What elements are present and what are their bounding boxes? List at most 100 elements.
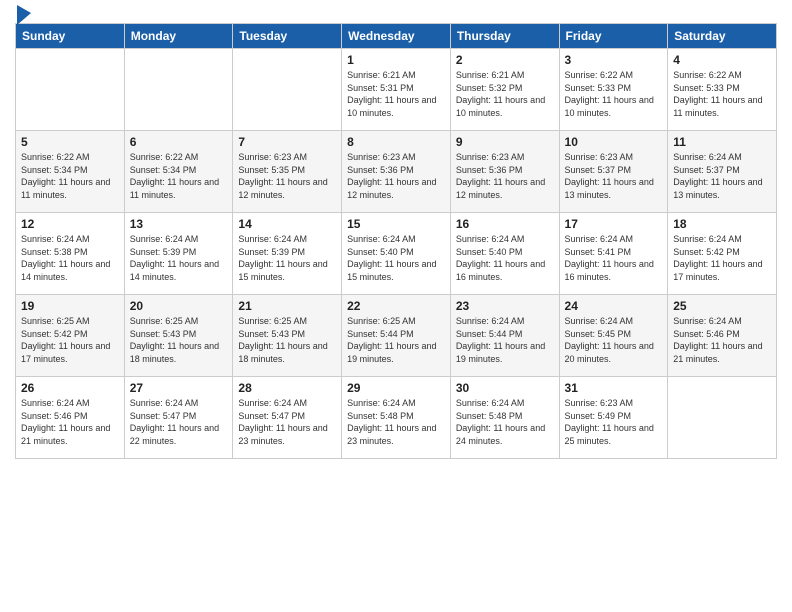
day-info: Sunrise: 6:22 AM Sunset: 5:33 PM Dayligh… <box>565 69 663 119</box>
day-number: 9 <box>456 135 554 149</box>
day-info: Sunrise: 6:24 AM Sunset: 5:44 PM Dayligh… <box>456 315 554 365</box>
calendar-body: 1 Sunrise: 6:21 AM Sunset: 5:31 PM Daylig… <box>16 49 777 459</box>
day-number: 16 <box>456 217 554 231</box>
calendar-week-row: 26 Sunrise: 6:24 AM Sunset: 5:46 PM Dayli… <box>16 377 777 459</box>
calendar-day-cell: 21 Sunrise: 6:25 AM Sunset: 5:43 PM Dayli… <box>233 295 342 377</box>
day-info: Sunrise: 6:24 AM Sunset: 5:47 PM Dayligh… <box>130 397 228 447</box>
weekday-header: Thursday <box>450 24 559 49</box>
calendar-day-cell: 10 Sunrise: 6:23 AM Sunset: 5:37 PM Dayli… <box>559 131 668 213</box>
day-number: 28 <box>238 381 336 395</box>
day-number: 7 <box>238 135 336 149</box>
day-info: Sunrise: 6:25 AM Sunset: 5:44 PM Dayligh… <box>347 315 445 365</box>
day-info: Sunrise: 6:24 AM Sunset: 5:40 PM Dayligh… <box>456 233 554 283</box>
calendar-table: SundayMondayTuesdayWednesdayThursdayFrid… <box>15 23 777 459</box>
day-info: Sunrise: 6:23 AM Sunset: 5:36 PM Dayligh… <box>347 151 445 201</box>
calendar-day-cell: 1 Sunrise: 6:21 AM Sunset: 5:31 PM Daylig… <box>342 49 451 131</box>
calendar-week-row: 5Sunrise: 6:22 AM Sunset: 5:34 PM Daylig… <box>16 131 777 213</box>
calendar-day-cell: 31Sunrise: 6:23 AM Sunset: 5:49 PM Dayli… <box>559 377 668 459</box>
day-number: 23 <box>456 299 554 313</box>
day-number: 13 <box>130 217 228 231</box>
day-info: Sunrise: 6:24 AM Sunset: 5:41 PM Dayligh… <box>565 233 663 283</box>
calendar-day-cell: 22 Sunrise: 6:25 AM Sunset: 5:44 PM Dayli… <box>342 295 451 377</box>
calendar-header-row: SundayMondayTuesdayWednesdayThursdayFrid… <box>16 24 777 49</box>
day-info: Sunrise: 6:25 AM Sunset: 5:43 PM Dayligh… <box>130 315 228 365</box>
day-number: 25 <box>673 299 771 313</box>
calendar-week-row: 1 Sunrise: 6:21 AM Sunset: 5:31 PM Daylig… <box>16 49 777 131</box>
day-info: Sunrise: 6:24 AM Sunset: 5:45 PM Dayligh… <box>565 315 663 365</box>
day-info: Sunrise: 6:23 AM Sunset: 5:37 PM Dayligh… <box>565 151 663 201</box>
day-info: Sunrise: 6:24 AM Sunset: 5:47 PM Dayligh… <box>238 397 336 447</box>
day-number: 17 <box>565 217 663 231</box>
day-number: 6 <box>130 135 228 149</box>
calendar-day-cell: 23 Sunrise: 6:24 AM Sunset: 5:44 PM Dayli… <box>450 295 559 377</box>
day-info: Sunrise: 6:24 AM Sunset: 5:38 PM Dayligh… <box>21 233 119 283</box>
day-info: Sunrise: 6:24 AM Sunset: 5:46 PM Dayligh… <box>673 315 771 365</box>
calendar-day-cell: 15 Sunrise: 6:24 AM Sunset: 5:40 PM Dayli… <box>342 213 451 295</box>
weekday-header: Sunday <box>16 24 125 49</box>
calendar-day-cell: 7 Sunrise: 6:23 AM Sunset: 5:35 PM Daylig… <box>233 131 342 213</box>
calendar-day-cell: 17 Sunrise: 6:24 AM Sunset: 5:41 PM Dayli… <box>559 213 668 295</box>
day-number: 3 <box>565 53 663 67</box>
day-info: Sunrise: 6:23 AM Sunset: 5:35 PM Dayligh… <box>238 151 336 201</box>
day-number: 30 <box>456 381 554 395</box>
weekday-header: Wednesday <box>342 24 451 49</box>
calendar-day-cell: 30 Sunrise: 6:24 AM Sunset: 5:48 PM Dayli… <box>450 377 559 459</box>
header <box>15 10 777 15</box>
day-number: 8 <box>347 135 445 149</box>
day-number: 2 <box>456 53 554 67</box>
calendar-day-cell: 20 Sunrise: 6:25 AM Sunset: 5:43 PM Dayli… <box>124 295 233 377</box>
calendar-day-cell: 11Sunrise: 6:24 AM Sunset: 5:37 PM Dayli… <box>668 131 777 213</box>
calendar-day-cell: 26 Sunrise: 6:24 AM Sunset: 5:46 PM Dayli… <box>16 377 125 459</box>
calendar-day-cell: 13 Sunrise: 6:24 AM Sunset: 5:39 PM Dayli… <box>124 213 233 295</box>
day-info: Sunrise: 6:22 AM Sunset: 5:33 PM Dayligh… <box>673 69 771 119</box>
day-number: 26 <box>21 381 119 395</box>
calendar-day-cell <box>16 49 125 131</box>
calendar-day-cell: 4Sunrise: 6:22 AM Sunset: 5:33 PM Daylig… <box>668 49 777 131</box>
weekday-header: Saturday <box>668 24 777 49</box>
calendar-day-cell: 28 Sunrise: 6:24 AM Sunset: 5:47 PM Dayli… <box>233 377 342 459</box>
calendar-day-cell: 18Sunrise: 6:24 AM Sunset: 5:42 PM Dayli… <box>668 213 777 295</box>
day-number: 14 <box>238 217 336 231</box>
calendar-day-cell: 8 Sunrise: 6:23 AM Sunset: 5:36 PM Daylig… <box>342 131 451 213</box>
calendar-week-row: 19Sunrise: 6:25 AM Sunset: 5:42 PM Dayli… <box>16 295 777 377</box>
day-info: Sunrise: 6:24 AM Sunset: 5:39 PM Dayligh… <box>130 233 228 283</box>
day-info: Sunrise: 6:23 AM Sunset: 5:36 PM Dayligh… <box>456 151 554 201</box>
day-info: Sunrise: 6:24 AM Sunset: 5:37 PM Dayligh… <box>673 151 771 201</box>
day-number: 18 <box>673 217 771 231</box>
day-number: 24 <box>565 299 663 313</box>
calendar-day-cell <box>668 377 777 459</box>
calendar-day-cell: 16 Sunrise: 6:24 AM Sunset: 5:40 PM Dayli… <box>450 213 559 295</box>
calendar-day-cell: 25 Sunrise: 6:24 AM Sunset: 5:46 PM Dayli… <box>668 295 777 377</box>
calendar-day-cell: 14Sunrise: 6:24 AM Sunset: 5:39 PM Dayli… <box>233 213 342 295</box>
page: SundayMondayTuesdayWednesdayThursdayFrid… <box>0 0 792 612</box>
calendar-day-cell: 5Sunrise: 6:22 AM Sunset: 5:34 PM Daylig… <box>16 131 125 213</box>
day-info: Sunrise: 6:25 AM Sunset: 5:42 PM Dayligh… <box>21 315 119 365</box>
day-number: 31 <box>565 381 663 395</box>
day-info: Sunrise: 6:24 AM Sunset: 5:48 PM Dayligh… <box>347 397 445 447</box>
day-number: 1 <box>347 53 445 67</box>
day-number: 21 <box>238 299 336 313</box>
day-info: Sunrise: 6:24 AM Sunset: 5:46 PM Dayligh… <box>21 397 119 447</box>
weekday-header: Friday <box>559 24 668 49</box>
day-number: 12 <box>21 217 119 231</box>
day-info: Sunrise: 6:25 AM Sunset: 5:43 PM Dayligh… <box>238 315 336 365</box>
day-info: Sunrise: 6:24 AM Sunset: 5:40 PM Dayligh… <box>347 233 445 283</box>
day-number: 10 <box>565 135 663 149</box>
calendar-day-cell: 29Sunrise: 6:24 AM Sunset: 5:48 PM Dayli… <box>342 377 451 459</box>
day-info: Sunrise: 6:24 AM Sunset: 5:48 PM Dayligh… <box>456 397 554 447</box>
calendar-week-row: 12 Sunrise: 6:24 AM Sunset: 5:38 PM Dayli… <box>16 213 777 295</box>
day-number: 15 <box>347 217 445 231</box>
calendar-day-cell: 27Sunrise: 6:24 AM Sunset: 5:47 PM Dayli… <box>124 377 233 459</box>
day-number: 22 <box>347 299 445 313</box>
day-info: Sunrise: 6:22 AM Sunset: 5:34 PM Dayligh… <box>130 151 228 201</box>
calendar-day-cell: 2Sunrise: 6:21 AM Sunset: 5:32 PM Daylig… <box>450 49 559 131</box>
calendar-day-cell <box>233 49 342 131</box>
calendar-day-cell: 9 Sunrise: 6:23 AM Sunset: 5:36 PM Daylig… <box>450 131 559 213</box>
weekday-header: Monday <box>124 24 233 49</box>
calendar-day-cell: 19Sunrise: 6:25 AM Sunset: 5:42 PM Dayli… <box>16 295 125 377</box>
calendar-day-cell <box>124 49 233 131</box>
day-number: 20 <box>130 299 228 313</box>
day-info: Sunrise: 6:21 AM Sunset: 5:31 PM Dayligh… <box>347 69 445 119</box>
calendar-day-cell: 24 Sunrise: 6:24 AM Sunset: 5:45 PM Dayli… <box>559 295 668 377</box>
calendar-day-cell: 6 Sunrise: 6:22 AM Sunset: 5:34 PM Daylig… <box>124 131 233 213</box>
